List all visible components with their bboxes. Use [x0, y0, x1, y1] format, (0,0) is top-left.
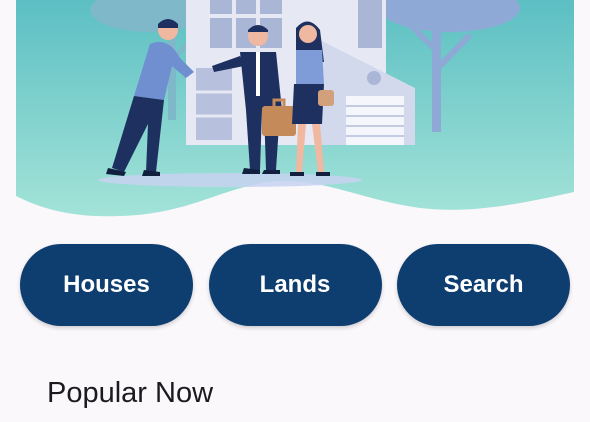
app-screen: Houses Lands Search Popular Now — [0, 0, 590, 422]
real-estate-illustration — [16, 0, 574, 217]
lands-button[interactable]: Lands — [208, 244, 382, 326]
search-button[interactable]: Search — [397, 244, 570, 326]
houses-button[interactable]: Houses — [20, 244, 193, 326]
section-title-popular: Popular Now — [47, 377, 214, 409]
hero-banner — [0, 0, 590, 228]
category-buttons: Houses Lands Search — [20, 244, 570, 326]
